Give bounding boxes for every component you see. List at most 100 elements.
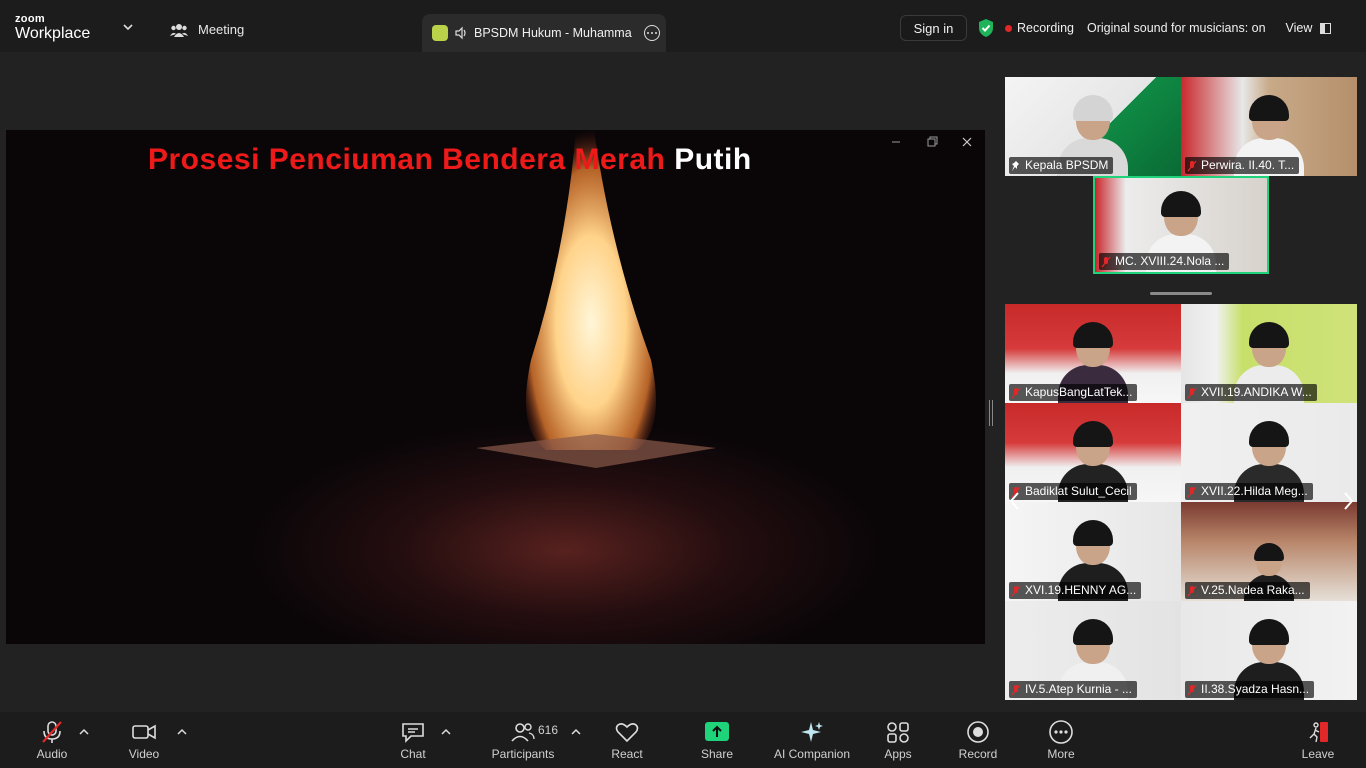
- zoom-workplace-logo[interactable]: zoom Workplace: [15, 14, 90, 42]
- chevron-left-icon[interactable]: [1008, 490, 1022, 512]
- video-tile-active-speaker[interactable]: MC. XVIII.24.Nola ...: [1093, 176, 1269, 274]
- restore-icon[interactable]: [926, 136, 938, 148]
- woodpile-image: [476, 434, 716, 468]
- participant-name-label: II.38.Syadza Hasn...: [1185, 681, 1315, 698]
- participants-icon: [511, 723, 535, 742]
- video-camera-icon: [132, 724, 156, 740]
- microphone-muted-icon: [1187, 585, 1197, 596]
- more-options-icon[interactable]: [643, 25, 660, 41]
- participant-name: XVI.19.HENNY AG...: [1025, 583, 1137, 597]
- microphone-muted-icon: [1187, 486, 1197, 497]
- video-tile[interactable]: Kepala BPSDM: [1005, 77, 1181, 176]
- video-tile[interactable]: XVII.19.ANDIKA W...: [1181, 304, 1357, 403]
- video-tile[interactable]: Perwira. II.40. T...: [1181, 77, 1357, 176]
- participant-name-label: XVII.22.Hilda Meg...: [1185, 483, 1313, 500]
- participant-name: XVII.19.ANDIKA W...: [1201, 385, 1312, 399]
- pin-icon: [1012, 160, 1019, 171]
- view-layout-icon: [1320, 22, 1332, 34]
- shield-check-icon[interactable]: [977, 18, 995, 38]
- record-button[interactable]: Record: [958, 720, 998, 766]
- share-label: Share: [700, 747, 734, 761]
- bonfire-image: [526, 130, 656, 450]
- participant-name-label: Perwira. II.40. T...: [1185, 157, 1300, 174]
- participant-name: II.38.Syadza Hasn...: [1201, 682, 1310, 696]
- participant-name: V.25.Nadea Raka...: [1201, 583, 1305, 597]
- participant-name: Perwira. II.40. T...: [1201, 158, 1295, 172]
- ai-companion-button[interactable]: AI Companion: [770, 720, 854, 766]
- meeting-menu[interactable]: Meeting: [170, 22, 244, 37]
- participant-name: XVII.22.Hilda Meg...: [1201, 484, 1308, 498]
- chevron-up-icon[interactable]: [177, 728, 187, 736]
- record-icon: [967, 721, 989, 743]
- participant-name: Badiklat Sulut_Cecil: [1025, 484, 1132, 498]
- shared-screen-tab[interactable]: BPSDM Hukum - Muhamma: [422, 14, 666, 52]
- more-button[interactable]: More: [1043, 720, 1079, 766]
- microphone-muted-icon: [1187, 387, 1197, 398]
- participant-name: IV.5.Atep Kurnia - ...: [1025, 682, 1132, 696]
- participants-label: Participants: [491, 747, 555, 761]
- chevron-up-icon[interactable]: [571, 728, 581, 736]
- ai-companion-label: AI Companion: [773, 747, 851, 761]
- chevron-up-icon[interactable]: [441, 728, 451, 736]
- participant-name-label: KapusBangLatTek...: [1009, 384, 1138, 401]
- react-button[interactable]: React: [609, 720, 645, 766]
- video-tile[interactable]: XVII.22.Hilda Meg...: [1181, 403, 1357, 502]
- video-tile[interactable]: IV.5.Atep Kurnia - ...: [1005, 601, 1181, 700]
- apps-button[interactable]: Apps: [880, 720, 916, 766]
- video-caption: Prosesi Penciuman Bendera Merah Putih: [148, 143, 752, 177]
- sign-in-button[interactable]: Sign in: [900, 15, 967, 41]
- chat-label: Chat: [400, 747, 426, 761]
- microphone-muted-icon: [1101, 256, 1111, 267]
- leave-label: Leave: [1301, 747, 1335, 761]
- close-icon[interactable]: [961, 136, 973, 148]
- apps-icon: [887, 722, 909, 743]
- split-view-resize-handle[interactable]: [989, 400, 993, 426]
- gallery-drag-handle[interactable]: [1150, 292, 1212, 295]
- recording-dot-icon: [1005, 24, 1012, 32]
- video-tile[interactable]: KapusBangLatTek...: [1005, 304, 1181, 403]
- participant-name-label: XVI.19.HENNY AG...: [1009, 582, 1142, 599]
- chevron-right-icon[interactable]: [1341, 490, 1355, 512]
- participant-name-label: MC. XVIII.24.Nola ...: [1099, 253, 1230, 270]
- microphone-muted-icon: [1011, 585, 1021, 596]
- participant-name: Kepala BPSDM: [1025, 158, 1109, 172]
- chevron-up-icon[interactable]: [79, 728, 89, 736]
- record-label: Record: [958, 747, 998, 761]
- chat-button[interactable]: Chat: [395, 720, 431, 766]
- video-label: Video: [128, 747, 160, 761]
- recording-label: Recording: [1017, 21, 1074, 35]
- top-right-controls: Sign in Recording Original sound for mus…: [900, 15, 1332, 41]
- microphone-muted-icon: [1011, 684, 1021, 695]
- share-button[interactable]: Share: [699, 720, 735, 766]
- top-bar: zoom Workplace Meeting BPSDM Hukum - Muh…: [0, 0, 1366, 52]
- video-tile[interactable]: Badiklat Sulut_Cecil: [1005, 403, 1181, 502]
- chevron-down-icon[interactable]: [122, 22, 134, 32]
- share-screen-icon: [705, 722, 729, 741]
- view-button[interactable]: View: [1286, 21, 1332, 35]
- meeting-toolbar: Audio Video Chat Participants 616 React …: [0, 712, 1366, 768]
- video-button[interactable]: Video: [126, 720, 162, 766]
- participant-count-badge: 616: [538, 723, 559, 737]
- participant-name-label: Kepala BPSDM: [1009, 157, 1114, 174]
- leave-button[interactable]: Leave: [1300, 720, 1336, 766]
- participant-name-label: V.25.Nadea Raka...: [1185, 582, 1310, 599]
- more-label: More: [1047, 747, 1075, 761]
- chat-bubble-icon: [402, 723, 424, 743]
- microphone-muted-icon: [1187, 684, 1197, 695]
- participant-name-label: IV.5.Atep Kurnia - ...: [1009, 681, 1137, 698]
- video-tile[interactable]: V.25.Nadea Raka...: [1181, 502, 1357, 601]
- audio-button[interactable]: Audio: [34, 720, 70, 766]
- bpsdm-app-icon: [432, 25, 448, 41]
- sparkle-icon: [801, 722, 823, 742]
- video-tile[interactable]: II.38.Syadza Hasn...: [1181, 601, 1357, 700]
- more-dots-icon: [1049, 720, 1073, 744]
- microphone-muted-icon: [1011, 387, 1021, 398]
- participant-name: KapusBangLatTek...: [1025, 385, 1133, 399]
- view-label: View: [1285, 21, 1313, 35]
- participant-name-label: Badiklat Sulut_Cecil: [1009, 483, 1137, 500]
- minimize-icon[interactable]: [890, 136, 902, 148]
- original-sound-status[interactable]: Original sound for musicians: on: [1087, 21, 1266, 35]
- meeting-label: Meeting: [198, 22, 245, 37]
- recording-indicator[interactable]: Recording: [1005, 21, 1074, 35]
- video-tile[interactable]: XVI.19.HENNY AG...: [1005, 502, 1181, 601]
